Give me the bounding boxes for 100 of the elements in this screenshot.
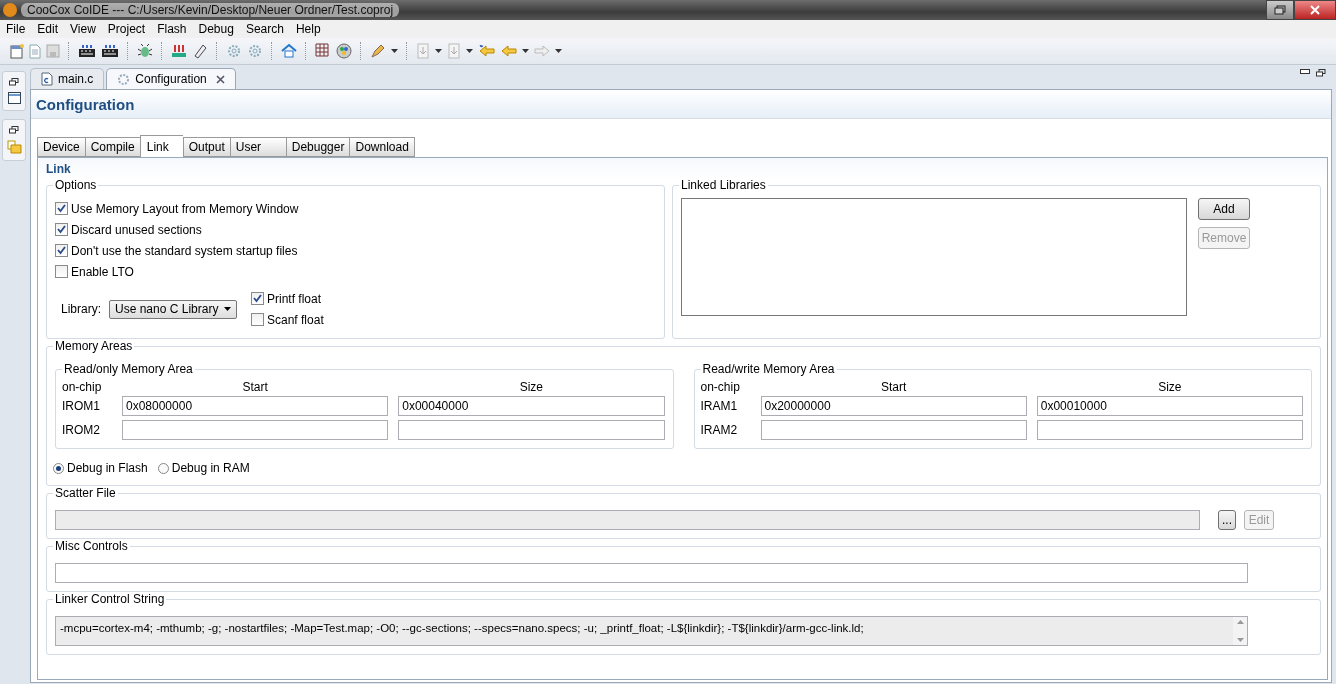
menu-item[interactable]: View [64, 22, 102, 36]
minimize-icon[interactable] [1300, 69, 1310, 74]
start-address-field[interactable] [760, 420, 1027, 440]
button[interactable]: Add [1198, 198, 1250, 220]
tab[interactable]: Download [349, 137, 415, 157]
menu-item[interactable]: Help [289, 22, 327, 36]
group-title: Read/write Memory Area [700, 362, 837, 376]
radio-label: Debug in RAM [171, 461, 250, 475]
close-button[interactable] [1294, 0, 1336, 20]
bug-icon[interactable] [137, 43, 153, 59]
button[interactable]: ... [1218, 510, 1236, 530]
tab[interactable]: Compile [84, 137, 140, 157]
pen-icon[interactable] [370, 43, 386, 59]
start-address-field[interactable]: 0x08000000 [122, 396, 389, 416]
keyboard-icon[interactable] [78, 44, 96, 58]
menu-item[interactable]: File [0, 22, 32, 36]
size-field[interactable]: 0x00040000 [398, 396, 665, 416]
tab[interactable]: User [229, 137, 286, 157]
caret-icon[interactable] [466, 49, 473, 53]
radio-button[interactable] [53, 462, 64, 474]
group-title: Options [53, 178, 99, 192]
menu-item[interactable]: Search [239, 22, 290, 36]
linker-control-field[interactable]: -mcpu=cortex-m4; -mthumb; -g; -nostartfiles; -Map=Test.map; -O0; --gc-sections; --specs=nano.specs; -u; _printf_float; -L${linkdir}; -T${linkdir}/arm-gcc-link.ld; [55, 616, 1248, 646]
scroll-up-icon[interactable] [1236, 620, 1244, 624]
group-title: Scatter File [53, 486, 118, 500]
gear-icon [117, 72, 131, 86]
caret-icon[interactable] [391, 49, 398, 53]
checkbox[interactable] [251, 313, 264, 326]
back-arrow-icon[interactable] [501, 44, 517, 58]
palette-icon[interactable] [336, 43, 352, 59]
row-label: IRAM2 [700, 423, 739, 437]
caret-icon[interactable] [522, 49, 529, 53]
checkbox[interactable] [251, 292, 264, 305]
start-address-field[interactable]: 0x20000000 [760, 396, 1027, 416]
checkbox-label: Discard unused sections [71, 222, 202, 237]
checkbox-label: Scanf float [267, 312, 324, 327]
menu-item[interactable]: Project [101, 22, 152, 36]
restore-icon[interactable] [9, 78, 19, 86]
restore-button[interactable] [1266, 0, 1294, 20]
checkbox[interactable] [55, 223, 68, 236]
tab[interactable]: Debugger [285, 137, 350, 157]
checkbox-label: Printf float [267, 291, 322, 306]
column-header: on-chip [700, 380, 741, 394]
window-icon[interactable] [7, 92, 21, 104]
restore-icon[interactable] [1274, 5, 1286, 15]
library-dropdown[interactable]: Use nano C Library [109, 299, 237, 319]
size-field[interactable] [1036, 420, 1303, 440]
grid-icon[interactable] [315, 43, 331, 59]
misc-controls-field[interactable] [55, 563, 1248, 583]
radio-button[interactable] [157, 462, 169, 474]
restore-icon[interactable] [1316, 69, 1326, 77]
column-header: Start [879, 380, 908, 394]
home-icon[interactable] [281, 43, 297, 59]
start-address-field[interactable] [122, 420, 389, 440]
scrollbar[interactable] [1233, 617, 1247, 645]
row-label: IRAM1 [700, 399, 739, 413]
size-field[interactable]: 0x00010000 [1036, 396, 1303, 416]
keyboard-icon[interactable] [101, 44, 119, 58]
radio-label: Debug in Flash [67, 461, 148, 475]
editor-tab[interactable]: main.c [30, 68, 105, 89]
column-header: on-chip [62, 380, 103, 394]
row-label: IROM1 [62, 399, 101, 413]
column-header: Size [1157, 380, 1183, 394]
menu-item[interactable]: Flash [151, 22, 193, 36]
row-label: IROM2 [62, 423, 101, 437]
group-title: Linked Libraries [679, 178, 768, 192]
close-icon[interactable] [215, 74, 225, 84]
new-file-icon[interactable] [10, 43, 24, 59]
restore-icon[interactable] [9, 126, 19, 134]
back-arrow-star-icon[interactable] [478, 44, 496, 58]
checkbox[interactable] [55, 244, 68, 257]
column-header: Size [518, 380, 545, 394]
scatter-file-field[interactable] [55, 510, 1200, 530]
menu-item[interactable]: Debug [192, 22, 240, 36]
scroll-down-icon[interactable] [1236, 638, 1244, 642]
app-logo-icon [3, 3, 17, 17]
column-header: Start [241, 380, 269, 394]
group-title: Linker Control String [53, 592, 167, 606]
linked-libraries-list[interactable] [681, 198, 1187, 316]
checkbox[interactable] [55, 265, 68, 278]
checkbox-label: Don't use the standard system startup files [71, 243, 298, 258]
caret-icon[interactable] [435, 49, 442, 53]
group-title: Memory Areas [53, 339, 135, 353]
download-icon[interactable] [171, 43, 187, 59]
group-title: Read/only Memory Area [62, 362, 195, 376]
caret-icon[interactable] [555, 49, 562, 53]
tab[interactable]: Device [37, 137, 85, 157]
menu-item[interactable]: Edit [31, 22, 65, 36]
caret-icon[interactable] [224, 307, 231, 311]
checkbox[interactable] [55, 202, 68, 215]
checkbox-label: Use Memory Layout from Memory Window [71, 201, 299, 216]
library-label: Library: [61, 302, 101, 316]
window-title: CooCox CoIDE --- C:/Users/Kevin/Desktop/Neuer Ordner/Test.coproj [21, 3, 400, 17]
c-file-icon [41, 72, 53, 86]
tab[interactable]: Output [182, 137, 230, 157]
tab[interactable]: Link [139, 135, 183, 157]
editor-tab[interactable]: Configuration [106, 68, 236, 89]
group-title: Misc Controls [53, 539, 130, 553]
checkbox-label: Enable LTO [71, 264, 134, 279]
size-field[interactable] [398, 420, 665, 440]
